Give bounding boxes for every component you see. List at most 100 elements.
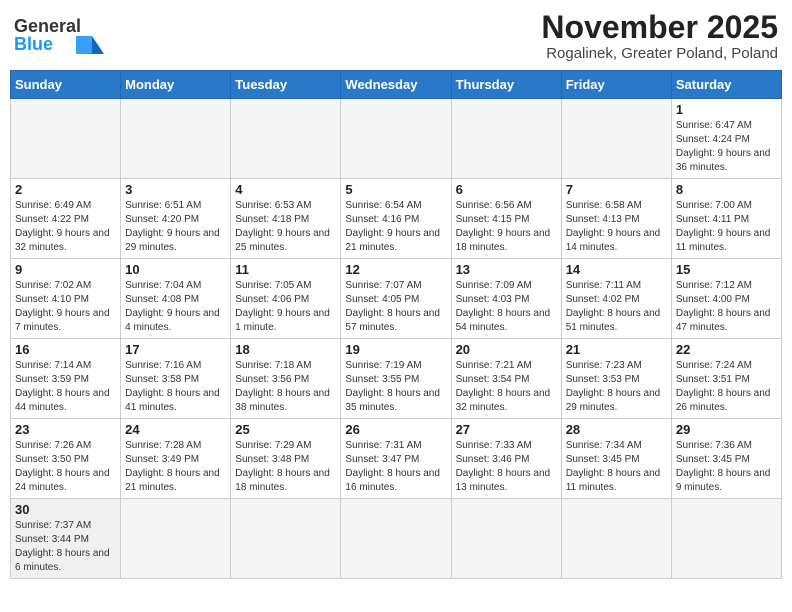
day-number: 20 <box>456 342 557 357</box>
day-number: 9 <box>15 262 116 277</box>
calendar-day-cell: 5 Sunrise: 6:54 AM Sunset: 4:16 PM Daylig… <box>341 179 451 259</box>
calendar-week-row: 1 Sunrise: 6:47 AM Sunset: 4:24 PM Daylig… <box>11 99 782 179</box>
calendar-day-cell: 23 Sunrise: 7:26 AM Sunset: 3:50 PM Dayli… <box>11 419 121 499</box>
calendar-day-cell: 25 Sunrise: 7:29 AM Sunset: 3:48 PM Dayli… <box>231 419 341 499</box>
calendar-day-cell: 10 Sunrise: 7:04 AM Sunset: 4:08 PM Dayli… <box>121 259 231 339</box>
day-number: 22 <box>676 342 777 357</box>
day-info: Sunrise: 6:58 AM Sunset: 4:13 PM Dayligh… <box>566 199 667 255</box>
day-info: Sunrise: 7:31 AM Sunset: 3:47 PM Dayligh… <box>345 439 446 495</box>
day-info: Sunrise: 7:02 AM Sunset: 4:10 PM Dayligh… <box>15 279 116 335</box>
day-number: 1 <box>676 102 777 117</box>
day-number: 6 <box>456 182 557 197</box>
day-number: 27 <box>456 422 557 437</box>
calendar-day-cell: 9 Sunrise: 7:02 AM Sunset: 4:10 PM Daylig… <box>11 259 121 339</box>
calendar-day-cell: 24 Sunrise: 7:28 AM Sunset: 3:49 PM Dayli… <box>121 419 231 499</box>
day-info: Sunrise: 7:16 AM Sunset: 3:58 PM Dayligh… <box>125 359 226 415</box>
calendar-week-row: 2 Sunrise: 6:49 AM Sunset: 4:22 PM Daylig… <box>11 179 782 259</box>
calendar-day-cell <box>11 99 121 179</box>
day-of-week-header: Thursday <box>451 71 561 99</box>
calendar-week-row: 9 Sunrise: 7:02 AM Sunset: 4:10 PM Daylig… <box>11 259 782 339</box>
day-number: 5 <box>345 182 446 197</box>
calendar-day-cell <box>341 499 451 579</box>
day-info: Sunrise: 7:33 AM Sunset: 3:46 PM Dayligh… <box>456 439 557 495</box>
calendar-day-cell <box>231 499 341 579</box>
calendar-day-cell: 17 Sunrise: 7:16 AM Sunset: 3:58 PM Dayli… <box>121 339 231 419</box>
logo: General Blue <box>14 10 104 55</box>
day-number: 25 <box>235 422 336 437</box>
calendar-day-cell: 29Sunrise: 7:36 AM Sunset: 3:45 PM Dayli… <box>671 419 781 499</box>
day-info: Sunrise: 7:37 AM Sunset: 3:44 PM Dayligh… <box>15 519 116 575</box>
calendar-day-cell: 8Sunrise: 7:00 AM Sunset: 4:11 PM Daylig… <box>671 179 781 259</box>
day-info: Sunrise: 7:09 AM Sunset: 4:03 PM Dayligh… <box>456 279 557 335</box>
calendar-day-cell: 27 Sunrise: 7:33 AM Sunset: 3:46 PM Dayli… <box>451 419 561 499</box>
day-of-week-header: Wednesday <box>341 71 451 99</box>
day-info: Sunrise: 7:05 AM Sunset: 4:06 PM Dayligh… <box>235 279 336 335</box>
day-info: Sunrise: 6:47 AM Sunset: 4:24 PM Dayligh… <box>676 119 777 175</box>
day-number: 24 <box>125 422 226 437</box>
day-info: Sunrise: 7:21 AM Sunset: 3:54 PM Dayligh… <box>456 359 557 415</box>
calendar-week-row: 16Sunrise: 7:14 AM Sunset: 3:59 PM Dayli… <box>11 339 782 419</box>
calendar-day-cell: 2 Sunrise: 6:49 AM Sunset: 4:22 PM Daylig… <box>11 179 121 259</box>
day-info: Sunrise: 7:28 AM Sunset: 3:49 PM Dayligh… <box>125 439 226 495</box>
day-info: Sunrise: 6:49 AM Sunset: 4:22 PM Dayligh… <box>15 199 116 255</box>
day-info: Sunrise: 7:12 AM Sunset: 4:00 PM Dayligh… <box>676 279 777 335</box>
day-number: 4 <box>235 182 336 197</box>
day-number: 30 <box>15 502 116 517</box>
day-number: 10 <box>125 262 226 277</box>
day-number: 15 <box>676 262 777 277</box>
day-info: Sunrise: 7:07 AM Sunset: 4:05 PM Dayligh… <box>345 279 446 335</box>
day-info: Sunrise: 7:11 AM Sunset: 4:02 PM Dayligh… <box>566 279 667 335</box>
day-info: Sunrise: 6:54 AM Sunset: 4:16 PM Dayligh… <box>345 199 446 255</box>
calendar-day-cell: 15 Sunrise: 7:12 AM Sunset: 4:00 PM Dayli… <box>671 259 781 339</box>
calendar-day-cell: 21 Sunrise: 7:23 AM Sunset: 3:53 PM Dayli… <box>561 339 671 419</box>
calendar-day-cell: 1 Sunrise: 6:47 AM Sunset: 4:24 PM Daylig… <box>671 99 781 179</box>
day-of-week-header: Sunday <box>11 71 121 99</box>
day-number: 17 <box>125 342 226 357</box>
day-number: 11 <box>235 262 336 277</box>
day-info: Sunrise: 6:51 AM Sunset: 4:20 PM Dayligh… <box>125 199 226 255</box>
day-info: Sunrise: 7:34 AM Sunset: 3:45 PM Dayligh… <box>566 439 667 495</box>
location: Rogalinek, Greater Poland, Poland <box>541 45 778 62</box>
calendar-day-cell <box>231 99 341 179</box>
calendar-day-cell: 6Sunrise: 6:56 AM Sunset: 4:15 PM Daylig… <box>451 179 561 259</box>
day-number: 26 <box>345 422 446 437</box>
day-number: 29 <box>676 422 777 437</box>
svg-text:Blue: Blue <box>14 34 53 54</box>
day-of-week-header: Saturday <box>671 71 781 99</box>
calendar-day-cell: 16Sunrise: 7:14 AM Sunset: 3:59 PM Dayli… <box>11 339 121 419</box>
day-info: Sunrise: 7:26 AM Sunset: 3:50 PM Dayligh… <box>15 439 116 495</box>
day-info: Sunrise: 7:23 AM Sunset: 3:53 PM Dayligh… <box>566 359 667 415</box>
day-number: 23 <box>15 422 116 437</box>
day-number: 18 <box>235 342 336 357</box>
calendar-day-cell <box>561 99 671 179</box>
calendar-day-cell: 30 Sunrise: 7:37 AM Sunset: 3:44 PM Dayli… <box>11 499 121 579</box>
day-number: 21 <box>566 342 667 357</box>
calendar-day-cell: 28 Sunrise: 7:34 AM Sunset: 3:45 PM Dayli… <box>561 419 671 499</box>
calendar-week-row: 30 Sunrise: 7:37 AM Sunset: 3:44 PM Dayli… <box>11 499 782 579</box>
calendar-day-cell <box>561 499 671 579</box>
day-info: Sunrise: 7:18 AM Sunset: 3:56 PM Dayligh… <box>235 359 336 415</box>
day-info: Sunrise: 7:04 AM Sunset: 4:08 PM Dayligh… <box>125 279 226 335</box>
day-info: Sunrise: 7:29 AM Sunset: 3:48 PM Dayligh… <box>235 439 336 495</box>
calendar-day-cell <box>341 99 451 179</box>
calendar-day-cell <box>121 499 231 579</box>
day-number: 14 <box>566 262 667 277</box>
calendar-day-cell: 20 Sunrise: 7:21 AM Sunset: 3:54 PM Dayli… <box>451 339 561 419</box>
page-header: General Blue November 2025 Rogalinek, Gr… <box>10 10 782 62</box>
calendar-day-cell: 3Sunrise: 6:51 AM Sunset: 4:20 PM Daylig… <box>121 179 231 259</box>
calendar-table: SundayMondayTuesdayWednesdayThursdayFrid… <box>10 70 782 579</box>
day-info: Sunrise: 7:14 AM Sunset: 3:59 PM Dayligh… <box>15 359 116 415</box>
month-title: November 2025 <box>541 10 778 45</box>
calendar-day-cell: 22Sunrise: 7:24 AM Sunset: 3:51 PM Dayli… <box>671 339 781 419</box>
calendar-day-cell: 14 Sunrise: 7:11 AM Sunset: 4:02 PM Dayli… <box>561 259 671 339</box>
day-info: Sunrise: 6:53 AM Sunset: 4:18 PM Dayligh… <box>235 199 336 255</box>
calendar-day-cell: 7 Sunrise: 6:58 AM Sunset: 4:13 PM Daylig… <box>561 179 671 259</box>
day-number: 28 <box>566 422 667 437</box>
day-of-week-header: Friday <box>561 71 671 99</box>
day-number: 7 <box>566 182 667 197</box>
calendar-day-cell: 4 Sunrise: 6:53 AM Sunset: 4:18 PM Daylig… <box>231 179 341 259</box>
day-of-week-header: Tuesday <box>231 71 341 99</box>
title-area: November 2025 Rogalinek, Greater Poland,… <box>541 10 778 62</box>
day-number: 2 <box>15 182 116 197</box>
calendar-header-row: SundayMondayTuesdayWednesdayThursdayFrid… <box>11 71 782 99</box>
